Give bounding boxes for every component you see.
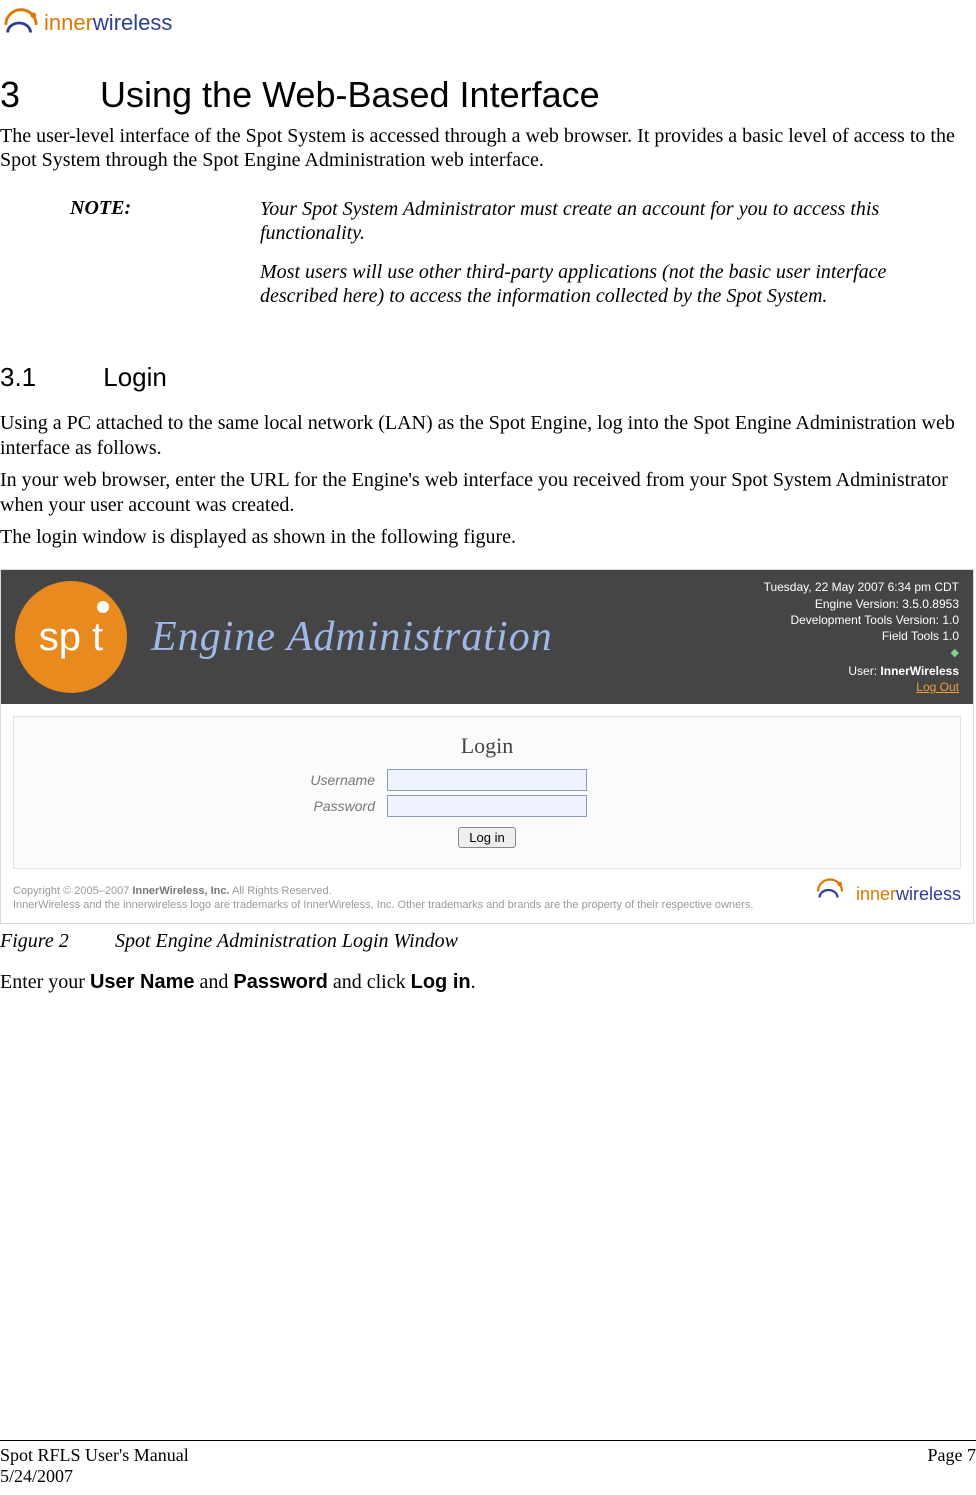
copyright-line: Copyright © 2005–2007 InnerWireless, Inc… bbox=[13, 884, 761, 899]
note-paragraph-2: Most users will use other third-party ap… bbox=[260, 260, 910, 309]
bold-login: Log in bbox=[411, 971, 471, 993]
info-datetime: Tuesday, 22 May 2007 6:34 pm CDT bbox=[693, 579, 959, 595]
section-title: Using the Web-Based Interface bbox=[100, 74, 600, 115]
note-label: NOTE: bbox=[70, 197, 260, 323]
login-window-figure: sp t Engine Administration Tuesday, 22 M… bbox=[0, 569, 974, 924]
innerwireless-swoosh-icon bbox=[815, 875, 853, 913]
logo-text-inner: inner bbox=[44, 10, 93, 35]
password-label: Password bbox=[14, 798, 387, 814]
header-info: Tuesday, 22 May 2007 6:34 pm CDT Engine … bbox=[693, 579, 973, 695]
password-input[interactable] bbox=[387, 795, 587, 817]
app-title: Engine Administration bbox=[151, 613, 693, 661]
body-p3: The login window is displayed as shown i… bbox=[0, 525, 976, 549]
user-label: User: bbox=[848, 664, 880, 678]
login-button[interactable]: Log in bbox=[458, 827, 515, 848]
info-engine-version: Engine Version: 3.5.0.8953 bbox=[693, 596, 959, 612]
info-field-tools: Field Tools 1.0 bbox=[693, 628, 959, 644]
info-dev-tools: Development Tools Version: 1.0 bbox=[693, 612, 959, 628]
body-p1: Using a PC attached to the same local ne… bbox=[0, 411, 976, 460]
status-diamond-icon: ◆ bbox=[951, 646, 959, 661]
section-heading: 3 Using the Web-Based Interface bbox=[0, 74, 976, 116]
spot-logo-dot-icon bbox=[97, 601, 109, 613]
login-heading: Login bbox=[14, 733, 960, 759]
bold-password: Password bbox=[233, 971, 327, 993]
instruction-line: Enter your User Name and Password and cl… bbox=[0, 971, 976, 994]
spot-logo-text: sp t bbox=[39, 615, 103, 660]
info-user: User: InnerWireless bbox=[693, 663, 959, 679]
login-panel: Login Username Password Log in bbox=[13, 716, 961, 869]
subsection-number: 3.1 bbox=[0, 362, 96, 393]
footer-date: 5/24/2007 bbox=[0, 1466, 189, 1487]
logout-link[interactable]: Log Out bbox=[916, 680, 959, 694]
note-block: NOTE: Your Spot System Administrator mus… bbox=[70, 197, 910, 323]
footer-manual-title: Spot RFLS User's Manual bbox=[0, 1445, 189, 1466]
app-footer: Copyright © 2005–2007 InnerWireless, Inc… bbox=[13, 875, 961, 913]
subsection-heading: 3.1 Login bbox=[0, 362, 976, 393]
body-p2: In your web browser, enter the URL for t… bbox=[0, 468, 976, 517]
innerwireless-swoosh-icon bbox=[2, 4, 40, 42]
logo-text-wireless: wireless bbox=[93, 10, 172, 35]
figure-tag: Figure 2 bbox=[0, 930, 110, 953]
footer-brand-logo: innerwireless bbox=[815, 875, 961, 913]
figure-text: Spot Engine Administration Login Window bbox=[115, 930, 458, 952]
username-label: Username bbox=[14, 772, 387, 788]
username-input[interactable] bbox=[387, 769, 587, 791]
footer-page-number: Page 7 bbox=[928, 1445, 976, 1487]
trademark-line: InnerWireless and the innerwireless logo… bbox=[13, 898, 761, 913]
brand-logo: innerwireless bbox=[2, 4, 172, 42]
page-footer: Spot RFLS User's Manual 5/24/2007 Page 7 bbox=[0, 1440, 976, 1487]
intro-paragraph: The user-level interface of the Spot Sys… bbox=[0, 124, 976, 173]
section-number: 3 bbox=[0, 74, 90, 116]
app-header: sp t Engine Administration Tuesday, 22 M… bbox=[1, 570, 973, 704]
user-value: InnerWireless bbox=[880, 664, 959, 678]
note-paragraph-1: Your Spot System Administrator must crea… bbox=[260, 197, 910, 246]
bold-username: User Name bbox=[90, 971, 195, 993]
spot-logo-icon: sp t bbox=[15, 581, 127, 693]
figure-caption: Figure 2 Spot Engine Administration Logi… bbox=[0, 930, 976, 953]
subsection-title: Login bbox=[103, 362, 167, 392]
